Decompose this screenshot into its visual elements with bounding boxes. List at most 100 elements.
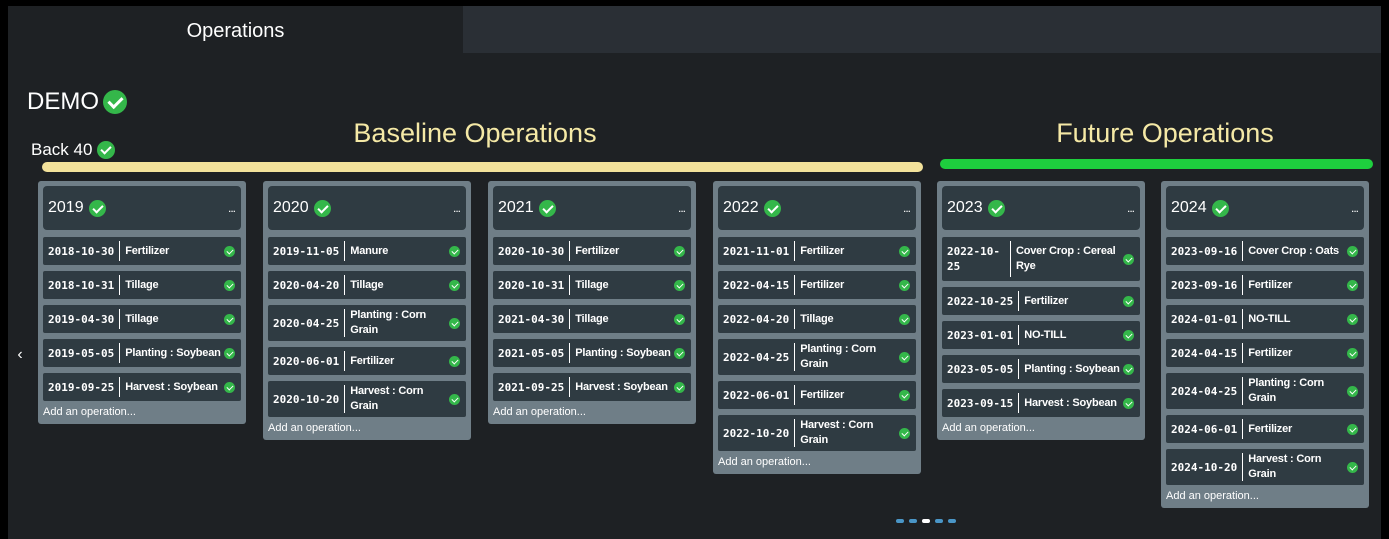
operation-item[interactable]: 2024-04-15 Fertilizer — [1166, 339, 1364, 367]
check-icon — [1347, 313, 1358, 325]
operation-date: 2022-10-20 — [723, 426, 790, 440]
year-label: 2020 — [273, 199, 309, 216]
divider — [1242, 241, 1244, 261]
previous-arrow-icon[interactable]: ‹ — [14, 346, 26, 364]
year-card-header[interactable]: 2022... — [718, 186, 916, 230]
check-icon — [449, 245, 460, 257]
operation-name: Tillage — [350, 278, 384, 291]
more-menu-icon[interactable]: ... — [453, 201, 461, 215]
operation-item[interactable]: 2021-04-30 Tillage — [493, 305, 691, 333]
divider — [569, 275, 571, 295]
operation-item[interactable]: 2022-04-20 Tillage — [718, 305, 916, 333]
add-operation-link[interactable]: Add an operation... — [268, 422, 466, 434]
pagination-dot[interactable] — [896, 519, 904, 523]
operation-item[interactable]: 2020-10-30 Fertilizer — [493, 237, 691, 265]
add-operation-link[interactable]: Add an operation... — [493, 406, 691, 418]
check-icon — [1123, 295, 1134, 307]
divider — [1242, 309, 1244, 329]
year-card-header[interactable]: 2021... — [493, 186, 691, 230]
pagination-dot[interactable] — [948, 519, 956, 523]
more-menu-icon[interactable]: ... — [903, 201, 911, 215]
divider — [794, 385, 796, 405]
check-icon — [1347, 347, 1358, 359]
operation-item[interactable]: 2020-10-31 Tillage — [493, 271, 691, 299]
operation-item[interactable]: 2024-01-01 NO-TILL — [1166, 305, 1364, 333]
operation-name: Fertilizer — [800, 388, 845, 401]
more-menu-icon[interactable]: ... — [1127, 201, 1135, 215]
operation-item[interactable]: 2022-10-25 Fertilizer — [942, 287, 1140, 315]
operation-item[interactable]: 2019-09-25 Harvest : Soybean — [43, 373, 241, 401]
operation-date: 2021-04-30 — [498, 312, 565, 326]
operation-item[interactable]: 2018-10-30 Fertilizer — [43, 237, 241, 265]
divider — [569, 309, 571, 329]
more-menu-icon[interactable]: ... — [678, 201, 686, 215]
check-icon — [763, 199, 781, 217]
operation-item[interactable]: 2021-09-25 Harvest : Soybean — [493, 373, 691, 401]
operation-item[interactable]: 2022-06-01 Fertilizer — [718, 381, 916, 409]
operation-item[interactable]: 2023-09-15 Harvest : Soybean — [942, 389, 1140, 417]
operation-item[interactable]: 2023-01-01 NO-TILL — [942, 321, 1140, 349]
year-card-header[interactable]: 2020... — [268, 186, 466, 230]
check-icon — [97, 141, 116, 159]
check-icon — [899, 313, 910, 325]
operation-date: 2022-04-25 — [723, 350, 790, 364]
operation-date: 2019-11-05 — [273, 244, 340, 258]
tab-operations[interactable]: Operations — [8, 6, 463, 53]
operation-item[interactable]: 2022-10-25 Cover Crop : Cereal Rye — [942, 237, 1140, 281]
operation-item[interactable]: 2019-11-05 Manure — [268, 237, 466, 265]
check-icon — [224, 245, 235, 257]
check-icon — [538, 199, 556, 217]
add-operation-link[interactable]: Add an operation... — [718, 456, 916, 468]
more-menu-icon[interactable]: ... — [228, 201, 236, 215]
add-operation-link[interactable]: Add an operation... — [43, 406, 241, 418]
operation-item[interactable]: 2018-10-31 Tillage — [43, 271, 241, 299]
operation-item[interactable]: 2020-04-20 Tillage — [268, 271, 466, 299]
operation-item[interactable]: 2023-09-16 Cover Crop : Oats — [1166, 237, 1364, 265]
operations-window: Operations DEMO Back 40 Baseline Operati… — [8, 6, 1381, 539]
divider — [1018, 359, 1020, 379]
operation-name: Fertilizer — [1024, 294, 1069, 307]
tab-bar: Operations — [8, 6, 1381, 53]
operation-item[interactable]: 2023-09-16 Fertilizer — [1166, 271, 1364, 299]
divider — [1242, 275, 1244, 295]
operation-date: 2020-04-25 — [273, 316, 340, 330]
pagination-dot[interactable] — [935, 519, 943, 523]
operation-item[interactable]: 2024-10-20 Harvest : Corn Grain — [1166, 449, 1364, 485]
operation-date: 2023-05-05 — [947, 362, 1014, 376]
operation-date: 2019-09-25 — [48, 380, 115, 394]
operation-name: Planting : Soybean — [575, 346, 671, 359]
operation-item[interactable]: 2020-06-01 Fertilizer — [268, 347, 466, 375]
operation-item[interactable]: 2020-10-20 Harvest : Corn Grain — [268, 381, 466, 417]
year-card-header[interactable]: 2019... — [43, 186, 241, 230]
operation-name: Fertilizer — [1248, 422, 1293, 435]
year-card-header[interactable]: 2023... — [942, 186, 1140, 230]
baseline-operations-title: Baseline Operations — [353, 118, 597, 148]
pagination-dot[interactable] — [922, 519, 930, 523]
operation-item[interactable]: 2022-04-25 Planting : Corn Grain — [718, 339, 916, 375]
add-operation-link[interactable]: Add an operation... — [1166, 490, 1364, 502]
year-card-header[interactable]: 2024... — [1166, 186, 1364, 230]
operation-item[interactable]: 2021-11-01 Fertilizer — [718, 237, 916, 265]
divider — [794, 275, 796, 295]
operation-item[interactable]: 2020-04-25 Planting : Corn Grain — [268, 305, 466, 341]
divider — [1018, 291, 1020, 311]
operation-item[interactable]: 2022-04-15 Fertilizer — [718, 271, 916, 299]
operation-item[interactable]: 2019-05-05 Planting : Soybean — [43, 339, 241, 367]
operation-item[interactable]: 2022-10-20 Harvest : Corn Grain — [718, 415, 916, 451]
check-icon — [674, 381, 685, 393]
pagination-dot[interactable] — [909, 519, 917, 523]
more-menu-icon[interactable]: ... — [1351, 201, 1359, 215]
check-icon — [449, 355, 460, 367]
operation-item[interactable]: 2021-05-05 Planting : Soybean — [493, 339, 691, 367]
operation-item[interactable]: 2024-06-01 Fertilizer — [1166, 415, 1364, 443]
operation-name: Planting : Soybean — [1024, 362, 1120, 375]
operation-date: 2021-05-05 — [498, 346, 565, 360]
operation-date: 2020-10-20 — [273, 392, 340, 406]
add-operation-link[interactable]: Add an operation... — [942, 422, 1140, 434]
operation-item[interactable]: 2023-05-05 Planting : Soybean — [942, 355, 1140, 383]
divider — [569, 241, 571, 261]
divider — [119, 309, 121, 329]
operation-item[interactable]: 2019-04-30 Tillage — [43, 305, 241, 333]
operation-item[interactable]: 2024-04-25 Planting : Corn Grain — [1166, 373, 1364, 409]
future-operations-title: Future Operations — [1056, 118, 1274, 148]
